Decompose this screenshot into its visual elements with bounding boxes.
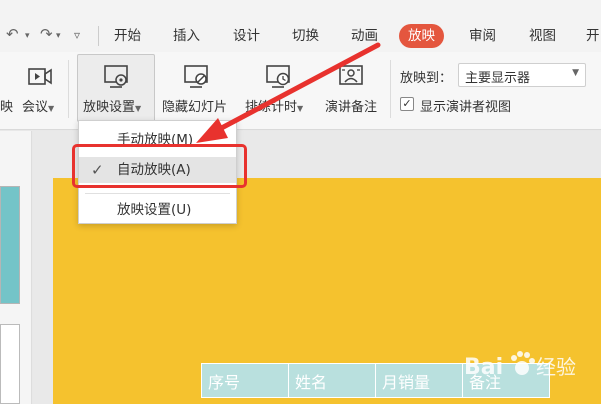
- tab-design[interactable]: 设计: [233, 27, 260, 45]
- menu-divider: [85, 193, 230, 194]
- ribbon: 映 会议▼ 放映设置▼ 隐藏幻灯片 排练计时▼ 演讲备注 放映到： 主要显示器 …: [0, 52, 601, 130]
- watermark-logo: Bai 经验: [464, 344, 594, 390]
- presenter-view-checkbox[interactable]: ✓: [400, 97, 414, 111]
- meeting-label: 会议: [22, 100, 49, 115]
- presenter-view-label[interactable]: 显示演讲者视图: [420, 96, 511, 115]
- tab-developer[interactable]: 开: [586, 27, 600, 45]
- show-on-label: 放映到：: [400, 71, 453, 86]
- menu-item-show-settings[interactable]: 放映设置(U): [79, 197, 236, 223]
- tab-review[interactable]: 审阅: [469, 27, 496, 45]
- chevron-down-icon: ▼: [48, 104, 55, 113]
- rehearse-timing-button[interactable]: 排练计时▼: [245, 96, 303, 115]
- rehearse-timing-label: 排练计时: [245, 100, 298, 115]
- slideshow-settings-label-wrap[interactable]: 放映设置▼: [83, 96, 141, 115]
- speaker-notes-button[interactable]: 演讲备注: [325, 96, 377, 115]
- tab-slideshow[interactable]: 放映: [399, 24, 444, 48]
- more-icon[interactable]: ▿: [74, 28, 80, 42]
- slideshow-settings-label: 放映设置: [83, 100, 136, 115]
- table-header-cell[interactable]: 序号: [201, 363, 289, 398]
- tab-bar: ↶ ▾ ↷ ▾ ▿ 开始 插入 设计 切换 动画 放映 审阅 视图 开: [0, 0, 601, 52]
- paw-icon: Bai 经验: [464, 351, 576, 380]
- show-on-select[interactable]: 主要显示器 ▼: [458, 63, 586, 87]
- watermark-brand: Bai: [464, 355, 503, 380]
- ribbon-partial-label[interactable]: 映: [0, 96, 13, 115]
- divider: [98, 26, 99, 46]
- tab-transitions[interactable]: 切换: [292, 27, 319, 45]
- slideshow-settings-icon: [104, 65, 128, 88]
- chevron-down-icon: ▼: [135, 104, 142, 113]
- table-header-cell[interactable]: 月销量: [375, 363, 463, 398]
- video-meeting-icon[interactable]: [26, 62, 54, 90]
- annotation-highlight-box: [72, 144, 247, 188]
- rehearse-timing-icon[interactable]: [265, 62, 293, 90]
- divider: [68, 60, 69, 118]
- undo-dropdown-icon[interactable]: ▾: [25, 31, 30, 41]
- hide-slide-icon[interactable]: [183, 62, 211, 90]
- meeting-button[interactable]: 会议▼: [22, 96, 54, 115]
- slide-thumbnail[interactable]: [0, 186, 20, 304]
- chevron-down-icon: ▼: [572, 68, 579, 78]
- table-header-cell[interactable]: 姓名: [288, 363, 376, 398]
- watermark-suffix: 经验: [536, 355, 576, 379]
- tab-animations[interactable]: 动画: [351, 27, 378, 45]
- divider: [390, 60, 391, 118]
- slide-thumbnail-pane: [0, 131, 32, 404]
- redo-icon[interactable]: ↷: [40, 25, 53, 43]
- show-on-value: 主要显示器: [465, 71, 531, 86]
- undo-icon[interactable]: ↶: [6, 25, 19, 43]
- chevron-down-icon: ▼: [297, 104, 304, 113]
- tab-insert[interactable]: 插入: [173, 27, 200, 45]
- slide-thumbnail[interactable]: [0, 324, 20, 404]
- tab-view[interactable]: 视图: [529, 27, 556, 45]
- tab-home[interactable]: 开始: [114, 27, 141, 45]
- menu-item-label: 放映设置(U): [117, 202, 192, 218]
- speaker-notes-icon[interactable]: [338, 62, 366, 90]
- redo-dropdown-icon[interactable]: ▾: [56, 31, 61, 41]
- hide-slide-button[interactable]: 隐藏幻灯片: [162, 96, 227, 115]
